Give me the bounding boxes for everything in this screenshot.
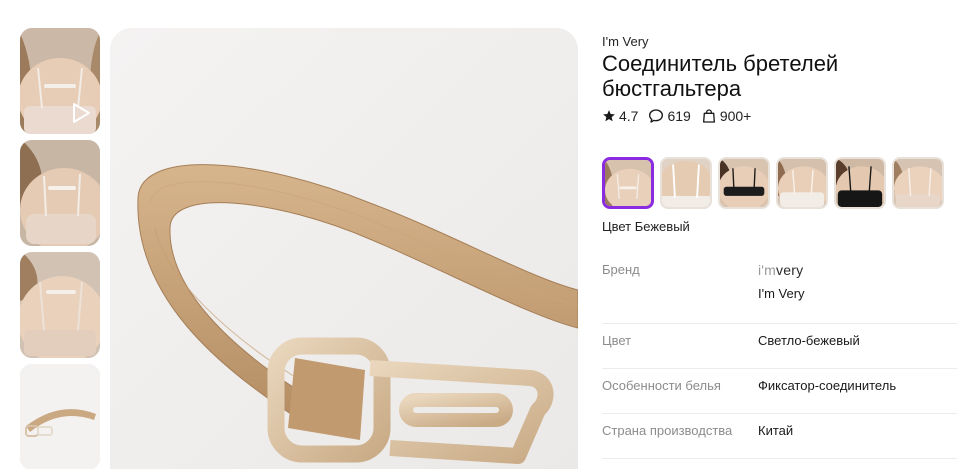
rating-stat[interactable]: 4.7: [602, 108, 638, 124]
swatch-image: [720, 159, 768, 207]
shopping-bag-icon: [702, 109, 715, 123]
swatch-image: [662, 159, 710, 207]
swatch-image: [836, 159, 884, 207]
main-product-image[interactable]: [110, 28, 578, 469]
star-icon: [603, 110, 615, 122]
spec-row-color: Цвет Светло-бежевый: [602, 324, 957, 369]
product-brand-link[interactable]: I'm Very: [602, 34, 957, 50]
thumbnail-4[interactable]: [20, 364, 100, 469]
spec-key-color: Цвет: [602, 333, 632, 348]
purchases-stat: 900+: [701, 108, 752, 124]
reviews-stat[interactable]: 619: [648, 108, 691, 124]
spec-value-color: Светло-бежевый: [758, 333, 860, 348]
product-title: Соединитель бретелей бюстгальтера: [602, 51, 839, 101]
product-stats: 4.7 619 900+: [602, 107, 957, 125]
thumbnail-3[interactable]: [20, 252, 100, 358]
color-swatches: [602, 157, 957, 209]
brand-logo-suffix: very: [776, 262, 804, 278]
spec-value-country: Китай: [758, 423, 794, 438]
reviews-count: 619: [667, 108, 691, 124]
thumbnail-2[interactable]: [20, 140, 100, 246]
spec-value-features: Фиксатор-соединитель: [758, 378, 897, 393]
specs-table: Бренд i'mvery I'm Very Цвет Светло-бежев…: [602, 253, 957, 459]
thumbnail-image: [20, 364, 100, 469]
brand-logo[interactable]: i'mvery: [758, 262, 957, 278]
brand-logo-prefix: i'm: [758, 262, 777, 278]
play-icon: [73, 103, 90, 123]
swatch-4[interactable]: [776, 157, 828, 209]
spec-key-features: Особенности белья: [602, 378, 721, 393]
swatch-beige[interactable]: [602, 157, 654, 209]
brand-name-link[interactable]: I'm Very: [758, 286, 957, 301]
spec-row-brand: Бренд i'mvery I'm Very: [602, 253, 957, 324]
swatch-3[interactable]: [718, 157, 770, 209]
swatch-5[interactable]: [834, 157, 886, 209]
purchases-count: 900+: [719, 108, 752, 124]
thumbnail-video[interactable]: [20, 28, 100, 134]
spec-row-country: Страна производства Китай: [602, 414, 957, 459]
spec-key-brand: Бренд: [602, 262, 640, 277]
thumbnail-list: [20, 28, 100, 469]
product-info: I'm Very Соединитель бретелей бюстгальте…: [602, 34, 957, 459]
thumbnail-image: [20, 140, 100, 246]
swatch-image: [778, 159, 826, 207]
swatch-image: [605, 160, 651, 206]
rating-value: 4.7: [619, 108, 639, 124]
strap-connector-image: [110, 28, 578, 469]
spec-row-features: Особенности белья Фиксатор-соединитель: [602, 369, 957, 414]
selected-color-label: Цвет Бежевый: [602, 219, 690, 234]
spec-value-brand[interactable]: i'mvery I'm Very: [758, 253, 957, 323]
swatch-image: [894, 159, 942, 207]
speech-bubble-icon: [649, 109, 664, 123]
thumbnail-image: [20, 252, 100, 358]
swatch-2[interactable]: [660, 157, 712, 209]
spec-key-country: Страна производства: [602, 423, 733, 438]
swatch-6[interactable]: [892, 157, 944, 209]
